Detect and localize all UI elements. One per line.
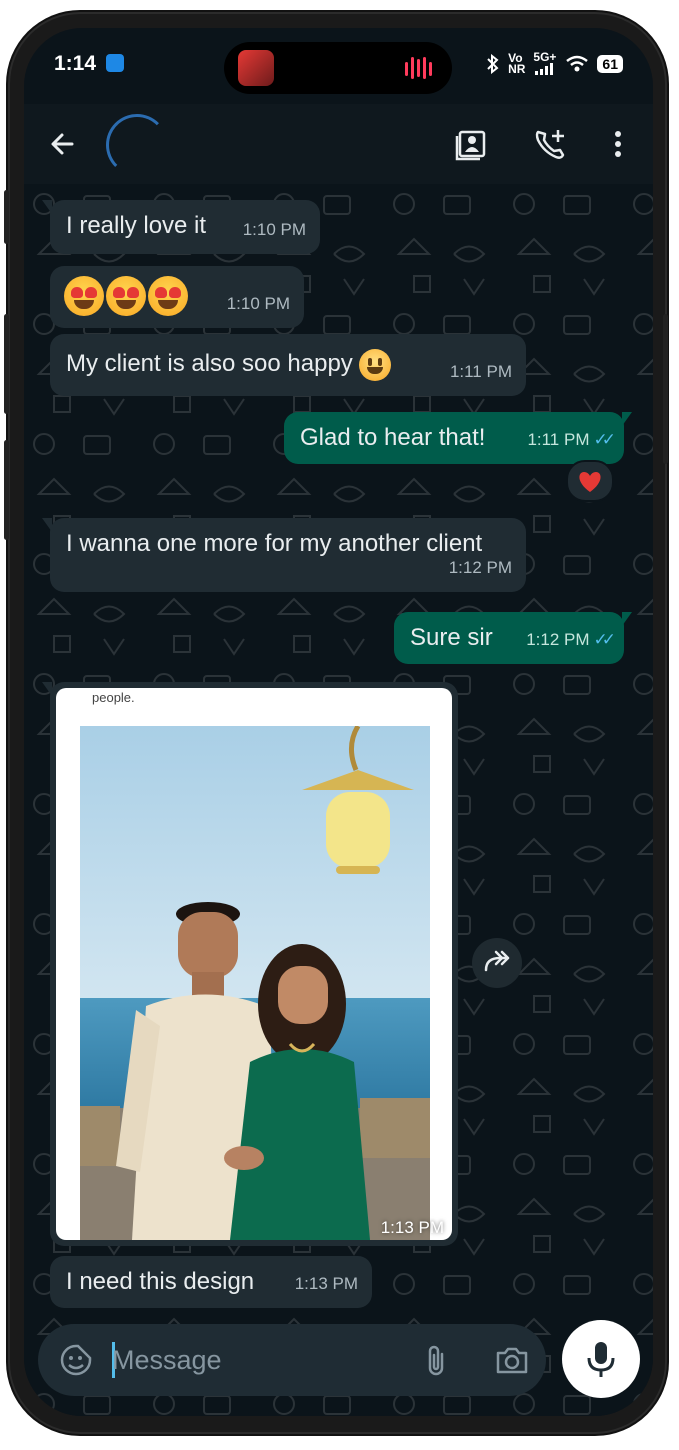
couple-photo <box>80 726 430 1240</box>
message-time: 1:10 PM <box>242 220 306 239</box>
heart-eyes-emoji <box>106 276 146 316</box>
audio-wave-icon <box>405 57 432 79</box>
message-time: 1:12 PM <box>448 558 512 577</box>
dynamic-island[interactable] <box>224 42 452 94</box>
bubble-tail <box>42 518 52 532</box>
image-time: 1:13 PM <box>380 1218 444 1237</box>
message-text: Glad to hear that! <box>300 424 486 451</box>
message-input[interactable] <box>112 1340 402 1380</box>
read-ticks-icon: ✓✓ <box>593 630 616 649</box>
message-text: My client is also soo happy <box>66 350 353 377</box>
message-text-wrap: My client is also soo happy <box>66 348 392 381</box>
message-text: I really love it <box>66 212 207 239</box>
message-composer <box>38 1324 546 1396</box>
image-message[interactable]: people. 1:13 PM <box>42 682 458 1246</box>
image-top-text: people. <box>92 690 135 705</box>
message-text: I need this design <box>66 1268 255 1295</box>
message-incoming[interactable]: I need this design 1:13 PM <box>50 1256 372 1308</box>
grinning-face-emoji <box>359 348 392 381</box>
image-preview[interactable]: people. <box>56 688 452 1240</box>
bluetooth-icon <box>487 53 499 74</box>
message-incoming[interactable]: I really love it 1:10 PM <box>42 200 320 254</box>
message-outgoing[interactable]: Sure sir 1:12 PM ✓✓ <box>394 612 632 664</box>
more-options-icon[interactable] <box>598 124 638 164</box>
bubble-tail <box>42 682 52 696</box>
now-playing-artwork <box>238 50 274 86</box>
camera-icon[interactable] <box>492 1340 532 1380</box>
message-outgoing[interactable]: Glad to hear that! 1:11 PM ✓✓ <box>284 412 632 464</box>
status-time: 1:14 <box>54 52 97 75</box>
message-incoming[interactable]: I wanna one more for my another client 1… <box>42 518 526 592</box>
side-button <box>4 440 9 540</box>
reaction-badge[interactable] <box>566 460 614 502</box>
chat-header <box>24 104 653 184</box>
heart-eyes-emoji <box>64 276 104 316</box>
bubble-tail <box>42 200 52 214</box>
bubble-tail <box>622 612 632 626</box>
message-incoming[interactable]: My client is also soo happy 1:11 PM <box>50 334 526 396</box>
message-meta: 1:11 PM ✓✓ <box>527 424 616 456</box>
status-bar: 1:14 Vo NR 5G+ 61 <box>24 28 653 104</box>
message-time: 1:12 PM <box>526 630 590 649</box>
signal-icon: 5G+ <box>533 50 557 75</box>
read-ticks-icon: ✓✓ <box>593 430 616 449</box>
contact-avatar-loading[interactable] <box>106 114 168 176</box>
message-text: Sure sir <box>410 624 493 651</box>
heart-eyes-emoji-group <box>64 276 190 316</box>
side-button <box>4 314 9 414</box>
volte-indicator: Vo NR <box>508 52 526 76</box>
paperclip-icon[interactable] <box>416 1340 456 1380</box>
message-time: 1:11 PM <box>527 430 590 449</box>
message-incoming[interactable]: 1:10 PM <box>50 266 304 328</box>
phone-screen: 1:14 Vo NR 5G+ 61 I really love it 1:10 … <box>24 28 653 1416</box>
back-arrow-icon[interactable] <box>44 124 84 164</box>
add-call-icon[interactable] <box>530 124 570 164</box>
red-heart-icon <box>579 472 601 492</box>
forward-button[interactable] <box>472 938 522 988</box>
nr-label: NR <box>508 61 526 76</box>
network-type-label: 5G+ <box>533 50 557 64</box>
sticker-icon[interactable] <box>56 1340 96 1380</box>
microphone-icon <box>587 1342 615 1377</box>
wifi-icon <box>566 55 589 71</box>
message-time: 1:11 PM <box>449 362 512 381</box>
message-time: 1:13 PM <box>294 1274 358 1293</box>
side-button <box>663 314 668 464</box>
message-text: I wanna one more for my another client <box>66 530 483 557</box>
chat-area[interactable]: I really love it 1:10 PM 1:10 PM My clie… <box>24 184 653 1416</box>
contact-card-icon[interactable] <box>452 124 492 164</box>
heart-eyes-emoji <box>148 276 188 316</box>
voice-message-button[interactable] <box>562 1320 640 1398</box>
message-time: 1:10 PM <box>226 294 290 313</box>
status-icons: Vo NR 5G+ 61 <box>486 50 623 76</box>
bubble-tail <box>622 412 632 426</box>
message-meta: 1:12 PM ✓✓ <box>526 624 616 656</box>
notification-app-icon <box>106 54 124 72</box>
battery-indicator: 61 <box>597 54 623 73</box>
side-button <box>4 190 9 244</box>
forward-icon <box>484 950 510 972</box>
